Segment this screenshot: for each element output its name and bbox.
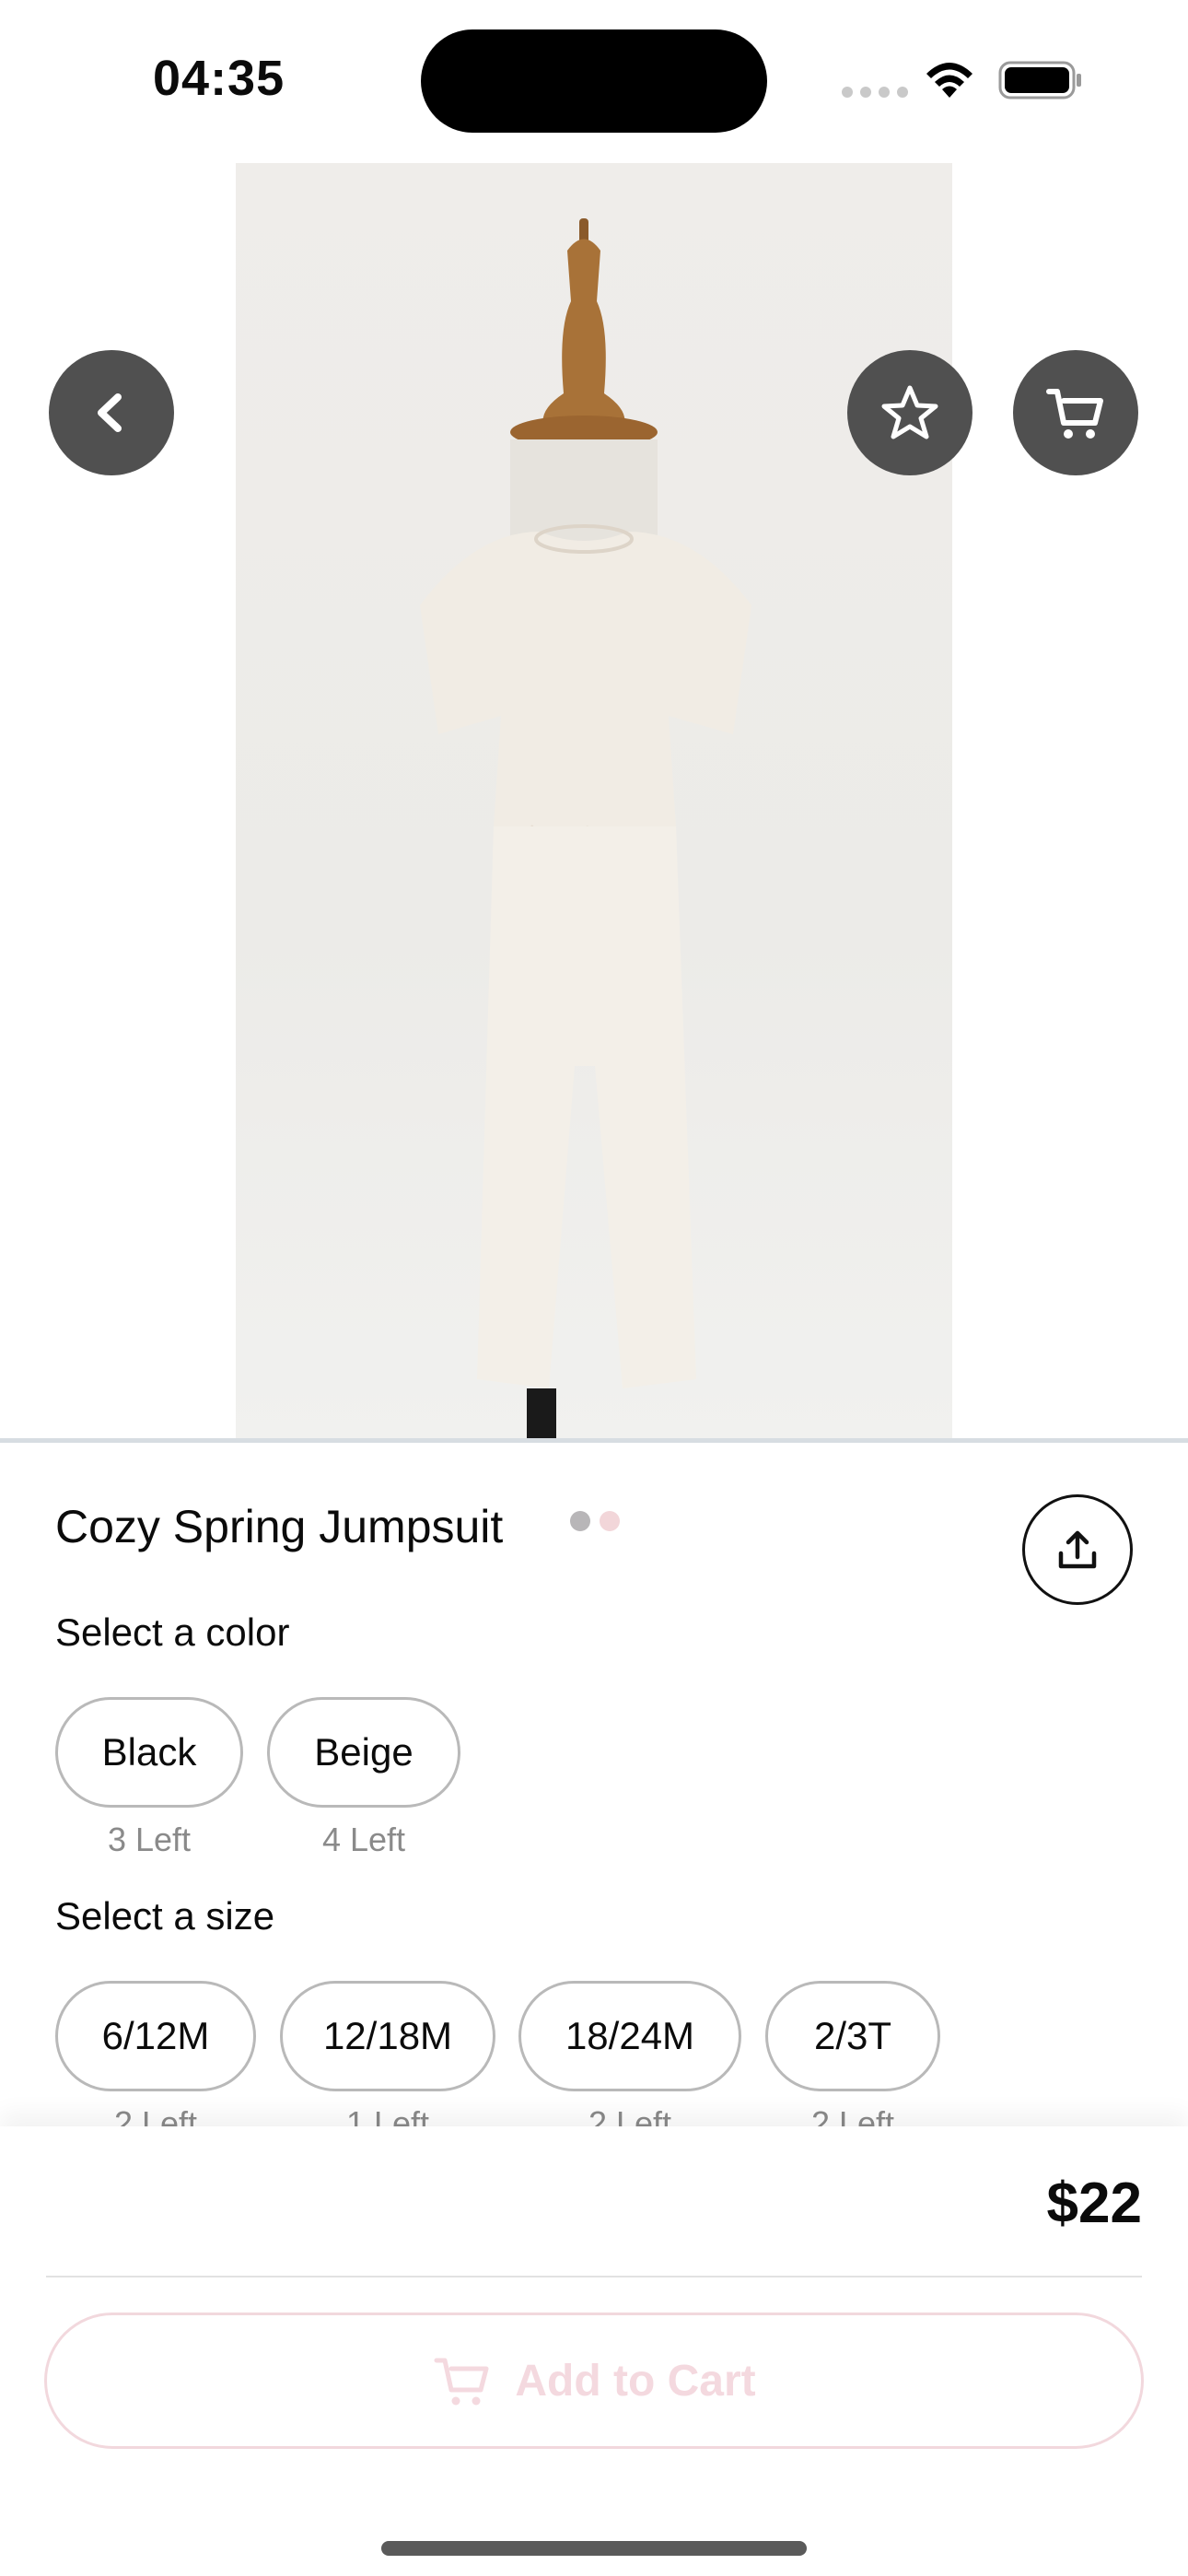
share-button[interactable] bbox=[1022, 1494, 1133, 1605]
cart-icon bbox=[1046, 389, 1103, 439]
product-image-carousel[interactable] bbox=[0, 158, 1188, 1550]
add-to-cart-label: Add to Cart bbox=[515, 2356, 756, 2406]
divider bbox=[0, 1438, 1188, 1443]
product-photo bbox=[236, 163, 952, 1442]
price: $22 bbox=[1046, 2172, 1142, 2235]
size-option-2-3t[interactable]: 2/3T bbox=[765, 1981, 940, 2091]
share-icon bbox=[1058, 1530, 1097, 1569]
dynamic-island bbox=[421, 29, 767, 133]
cart-button[interactable] bbox=[1013, 350, 1138, 475]
image-pager[interactable] bbox=[543, 1493, 646, 1550]
pager-dot[interactable] bbox=[600, 1511, 620, 1531]
color-option-beige[interactable]: Beige bbox=[267, 1697, 460, 1808]
status-bar: 04:35 bbox=[0, 0, 1188, 157]
pager-dot[interactable] bbox=[570, 1511, 590, 1531]
star-icon bbox=[881, 385, 938, 439]
chevron-left-icon bbox=[98, 393, 122, 432]
color-stock: 3 Left bbox=[107, 1821, 192, 1858]
favorite-button[interactable] bbox=[847, 350, 973, 475]
color-stock: 4 Left bbox=[321, 1821, 406, 1858]
color-option-black[interactable]: Black bbox=[55, 1697, 243, 1808]
cellular-signal-icon bbox=[842, 87, 908, 98]
home-indicator[interactable] bbox=[381, 2541, 807, 2556]
back-button[interactable] bbox=[49, 350, 174, 475]
cart-icon bbox=[434, 2358, 489, 2406]
status-time: 04:35 bbox=[153, 51, 285, 106]
color-section-label: Select a color bbox=[55, 1610, 290, 1654]
battery-icon bbox=[998, 61, 1081, 100]
wifi-icon bbox=[926, 63, 973, 98]
divider bbox=[46, 2276, 1142, 2277]
size-option-6-12m[interactable]: 6/12M bbox=[55, 1981, 256, 2091]
add-to-cart-button[interactable]: Add to Cart bbox=[44, 2313, 1144, 2449]
product-title: Cozy Spring Jumpsuit bbox=[55, 1501, 504, 1552]
size-option-12-18m[interactable]: 12/18M bbox=[280, 1981, 495, 2091]
size-option-18-24m[interactable]: 18/24M bbox=[518, 1981, 741, 2091]
size-section-label: Select a size bbox=[55, 1894, 275, 1938]
